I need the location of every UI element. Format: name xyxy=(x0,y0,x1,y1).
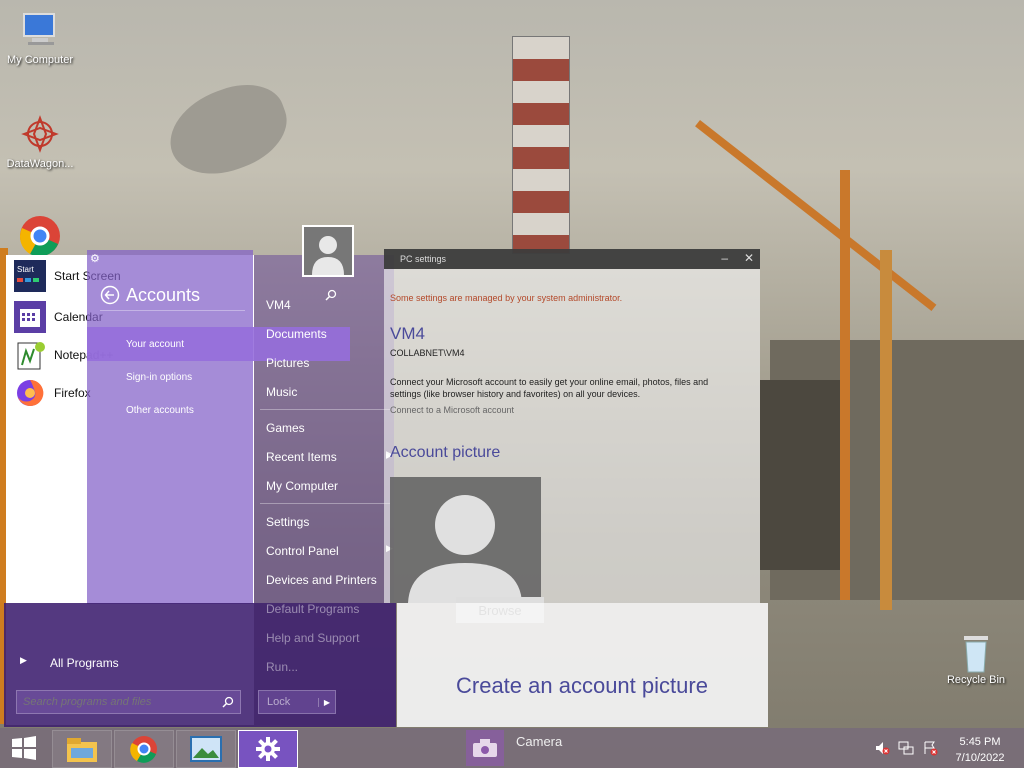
start-link-music[interactable]: Music xyxy=(266,385,297,399)
start-link-run[interactable]: Run... xyxy=(266,660,298,674)
account-domain: COLLABNET\VM4 xyxy=(390,348,465,358)
all-programs-arrow-icon: ▶ xyxy=(20,656,27,666)
background-tower xyxy=(512,36,570,254)
start-link-user[interactable]: VM4 xyxy=(266,298,291,312)
settings-gear-icon[interactable] xyxy=(238,730,298,768)
pc-settings-titlebar: PC settings – ✕ xyxy=(384,249,760,269)
network-icon[interactable] xyxy=(898,740,914,760)
firefox-icon xyxy=(14,377,46,409)
desktop-icon-my-computer[interactable]: My Computer xyxy=(0,10,80,66)
user-silhouette-icon xyxy=(312,236,344,275)
start-link-pictures[interactable]: Pictures xyxy=(266,356,309,370)
desktop-icon-label: Recycle Bin xyxy=(946,674,1006,686)
notepadpp-icon xyxy=(14,339,46,371)
background-balloon xyxy=(157,71,299,189)
accounts-item-your-account[interactable]: Your account xyxy=(126,339,184,350)
clock-time: 5:45 PM xyxy=(959,736,1001,748)
start-search-box[interactable] xyxy=(16,690,241,714)
background-crane-mast-2 xyxy=(880,250,892,610)
admin-notice: Some settings are managed by your system… xyxy=(390,293,623,303)
camera-icon[interactable] xyxy=(466,730,504,766)
desktop-icon-recycle-bin[interactable]: Recycle Bin xyxy=(936,630,1016,686)
lock-button[interactable]: Lock ▶ xyxy=(258,690,336,714)
user-avatar[interactable] xyxy=(302,225,354,277)
clock-date: 7/10/2022 xyxy=(955,752,1005,764)
start-item-label: Firefox xyxy=(54,386,91,400)
accounts-divider xyxy=(100,310,245,311)
chrome-icon[interactable] xyxy=(18,214,62,257)
connect-microsoft-link[interactable]: Connect to a Microsoft account xyxy=(390,405,514,415)
calendar-icon xyxy=(14,301,46,333)
start-link-control-panel[interactable]: Control Panel xyxy=(266,544,339,558)
background-building-dark xyxy=(760,380,840,570)
accounts-title: Accounts xyxy=(126,285,201,305)
action-center-alert-icon[interactable] xyxy=(922,740,938,760)
computer-icon xyxy=(20,10,60,50)
windows-start-icon[interactable] xyxy=(0,730,48,766)
svg-text:Start: Start xyxy=(17,265,35,274)
start-link-documents[interactable]: Documents xyxy=(266,327,327,341)
account-picture-heading: Account picture xyxy=(390,444,501,461)
settings-gear-icon: ⚙ xyxy=(90,252,100,265)
search-icon[interactable] xyxy=(222,693,240,712)
start-link-help-support[interactable]: Help and Support xyxy=(266,631,359,645)
accounts-item-sign-in-options[interactable]: Sign-in options xyxy=(126,372,192,383)
recycle-bin-icon xyxy=(956,630,996,673)
speaker-muted-icon[interactable] xyxy=(874,740,890,760)
account-description: Connect your Microsoft account to easily… xyxy=(390,377,709,399)
account-name: VM4 xyxy=(390,324,425,343)
desktop-icon-label: My Computer xyxy=(6,54,74,66)
desktop-icon-datawagon[interactable]: DataWagon... xyxy=(0,114,80,170)
start-link-devices-printers[interactable]: Devices and Printers xyxy=(266,573,377,587)
start-link-games[interactable]: Games xyxy=(266,421,305,435)
file-explorer-icon[interactable] xyxy=(52,730,112,768)
back-arrow-icon[interactable] xyxy=(100,285,120,305)
minimize-icon[interactable]: – xyxy=(721,251,728,265)
search-icon[interactable] xyxy=(325,289,337,304)
account-picture xyxy=(390,477,541,603)
all-programs-link[interactable]: All Programs xyxy=(50,656,119,670)
system-clock[interactable]: 5:45 PM 7/10/2022 xyxy=(948,734,1012,766)
start-link-settings[interactable]: Settings xyxy=(266,515,309,529)
start-item-firefox[interactable]: Firefox xyxy=(14,377,91,409)
start-link-my-computer[interactable]: My Computer xyxy=(266,479,338,493)
accounts-item-other-accounts[interactable]: Other accounts xyxy=(126,405,194,416)
datawagon-icon xyxy=(20,114,60,154)
create-picture-heading: Create an account picture xyxy=(456,673,708,698)
start-screen-icon: Start xyxy=(14,260,46,292)
photos-icon[interactable] xyxy=(176,730,236,768)
create-picture-pane xyxy=(397,603,768,727)
lock-label: Lock xyxy=(267,696,291,708)
start-link-default-programs[interactable]: Default Programs xyxy=(266,602,359,616)
start-search-input[interactable] xyxy=(17,695,222,709)
chevron-right-icon[interactable]: ▶ xyxy=(318,697,335,707)
chrome-icon[interactable] xyxy=(114,730,174,768)
user-silhouette-icon xyxy=(408,495,522,603)
start-separator xyxy=(260,503,390,504)
background-crane-mast xyxy=(840,170,850,600)
start-separator xyxy=(260,409,390,410)
close-icon[interactable]: ✕ xyxy=(744,251,754,265)
start-link-recent-items[interactable]: Recent Items xyxy=(266,450,337,464)
window-title: PC settings xyxy=(400,254,447,264)
camera-label[interactable]: Camera xyxy=(516,734,562,749)
desktop-icon-label: DataWagon... xyxy=(6,158,74,170)
